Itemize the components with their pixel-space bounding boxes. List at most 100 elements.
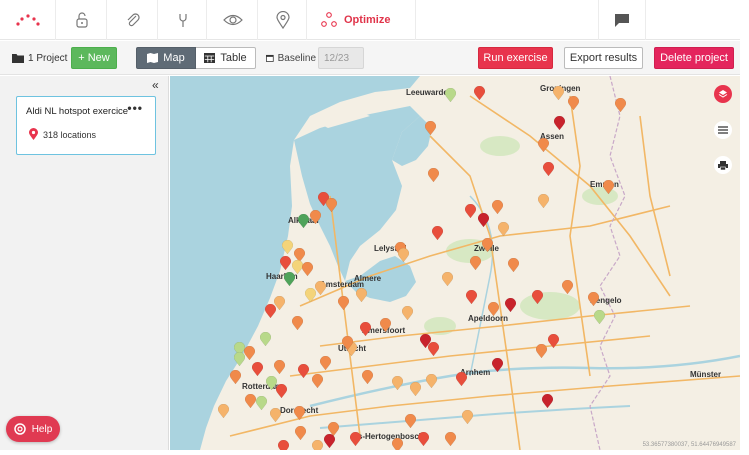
map-view-button[interactable]: Map bbox=[136, 47, 196, 69]
location-pin[interactable] bbox=[234, 352, 245, 366]
location-pin[interactable] bbox=[532, 290, 543, 304]
collapse-sidebar-button[interactable]: « bbox=[152, 78, 159, 92]
location-pin[interactable] bbox=[265, 304, 276, 318]
project-card-menu-button[interactable]: ••• bbox=[127, 101, 143, 115]
location-pin[interactable] bbox=[418, 432, 429, 446]
location-pin[interactable] bbox=[256, 396, 267, 410]
location-pin[interactable] bbox=[405, 414, 416, 428]
project-count[interactable]: 1 Project bbox=[12, 47, 72, 69]
location-pin[interactable] bbox=[320, 356, 331, 370]
location-pin[interactable] bbox=[305, 288, 316, 302]
location-pin[interactable] bbox=[428, 342, 439, 356]
location-pin[interactable] bbox=[588, 292, 599, 306]
location-pin[interactable] bbox=[538, 138, 549, 152]
export-results-button[interactable]: Export results bbox=[564, 47, 643, 69]
location-pin[interactable] bbox=[362, 370, 373, 384]
location-pin[interactable] bbox=[324, 434, 335, 448]
help-button[interactable]: Help bbox=[6, 416, 60, 442]
location-pin[interactable] bbox=[442, 272, 453, 286]
location-pin[interactable] bbox=[543, 162, 554, 176]
location-pin[interactable] bbox=[342, 336, 353, 350]
location-pin[interactable] bbox=[298, 364, 309, 378]
location-pin[interactable] bbox=[218, 404, 229, 418]
location-pin[interactable] bbox=[276, 384, 287, 398]
location-pin[interactable] bbox=[482, 238, 493, 252]
location-pin[interactable] bbox=[292, 316, 303, 330]
location-pin[interactable] bbox=[312, 374, 323, 388]
location-pin[interactable] bbox=[594, 310, 605, 324]
location-pin[interactable] bbox=[266, 376, 277, 390]
location-pin[interactable] bbox=[260, 332, 271, 346]
map-layers-button[interactable] bbox=[714, 85, 732, 103]
location-pin[interactable] bbox=[310, 210, 321, 224]
location-pin[interactable] bbox=[280, 256, 291, 270]
location-pin[interactable] bbox=[445, 432, 456, 446]
location-pin[interactable] bbox=[326, 198, 337, 212]
location-pin[interactable] bbox=[360, 322, 371, 336]
location-pin[interactable] bbox=[492, 200, 503, 214]
nav-lock[interactable] bbox=[57, 0, 107, 40]
location-pin[interactable] bbox=[548, 334, 559, 348]
location-pin[interactable] bbox=[536, 344, 547, 358]
nav-chat[interactable] bbox=[598, 0, 646, 40]
location-pin[interactable] bbox=[432, 226, 443, 240]
location-pin[interactable] bbox=[298, 214, 309, 228]
location-pin[interactable] bbox=[492, 358, 503, 372]
nav-view[interactable] bbox=[208, 0, 258, 40]
location-pin[interactable] bbox=[474, 86, 485, 100]
location-pin[interactable] bbox=[425, 121, 436, 135]
location-pin[interactable] bbox=[350, 432, 361, 446]
location-pin[interactable] bbox=[294, 406, 305, 420]
nav-tools[interactable] bbox=[159, 0, 207, 40]
location-pin[interactable] bbox=[426, 374, 437, 388]
project-card[interactable]: Aldi NL hotspot exercice ••• 318 locatio… bbox=[16, 96, 156, 155]
location-pin[interactable] bbox=[278, 440, 289, 450]
location-pin[interactable] bbox=[302, 262, 313, 276]
location-pin[interactable] bbox=[270, 408, 281, 422]
location-pin[interactable] bbox=[538, 194, 549, 208]
map-canvas[interactable]: LeeuwardenGroningenAssenEmmenAlkmaarLely… bbox=[170, 76, 740, 450]
location-pin[interactable] bbox=[282, 240, 293, 254]
logo-button[interactable] bbox=[0, 0, 56, 40]
location-pin[interactable] bbox=[295, 426, 306, 440]
location-pin[interactable] bbox=[392, 438, 403, 450]
location-pin[interactable] bbox=[603, 180, 614, 194]
location-pin[interactable] bbox=[562, 280, 573, 294]
map-list-button[interactable] bbox=[714, 121, 732, 139]
location-pin[interactable] bbox=[402, 306, 413, 320]
location-pin[interactable] bbox=[356, 288, 367, 302]
location-pin[interactable] bbox=[498, 222, 509, 236]
location-pin[interactable] bbox=[230, 370, 241, 384]
location-pin[interactable] bbox=[252, 362, 263, 376]
location-pin[interactable] bbox=[466, 290, 477, 304]
location-pin[interactable] bbox=[568, 96, 579, 110]
delete-project-button[interactable]: Delete project bbox=[654, 47, 734, 69]
nav-attachments[interactable] bbox=[108, 0, 158, 40]
location-pin[interactable] bbox=[445, 88, 456, 102]
location-pin[interactable] bbox=[478, 213, 489, 227]
location-pin[interactable] bbox=[338, 296, 349, 310]
run-exercise-button[interactable]: Run exercise bbox=[478, 47, 553, 69]
location-pin[interactable] bbox=[554, 116, 565, 130]
new-project-button[interactable]: + New bbox=[71, 47, 117, 69]
location-pin[interactable] bbox=[505, 298, 516, 312]
nav-optimize[interactable]: Optimize bbox=[308, 0, 416, 40]
location-pin[interactable] bbox=[315, 281, 326, 295]
location-pin[interactable] bbox=[244, 346, 255, 360]
location-pin[interactable] bbox=[542, 394, 553, 408]
baseline-input[interactable]: 12/23 bbox=[318, 47, 364, 69]
map-print-button[interactable] bbox=[714, 156, 732, 174]
nav-locations[interactable] bbox=[259, 0, 307, 40]
location-pin[interactable] bbox=[245, 394, 256, 408]
location-pin[interactable] bbox=[410, 382, 421, 396]
location-pin[interactable] bbox=[488, 302, 499, 316]
location-pin[interactable] bbox=[398, 248, 409, 262]
location-pin[interactable] bbox=[553, 86, 564, 100]
location-pin[interactable] bbox=[428, 168, 439, 182]
location-pin[interactable] bbox=[380, 318, 391, 332]
location-pin[interactable] bbox=[274, 360, 285, 374]
location-pin[interactable] bbox=[470, 256, 481, 270]
location-pin[interactable] bbox=[284, 272, 295, 286]
location-pin[interactable] bbox=[615, 98, 626, 112]
location-pin[interactable] bbox=[312, 440, 323, 450]
